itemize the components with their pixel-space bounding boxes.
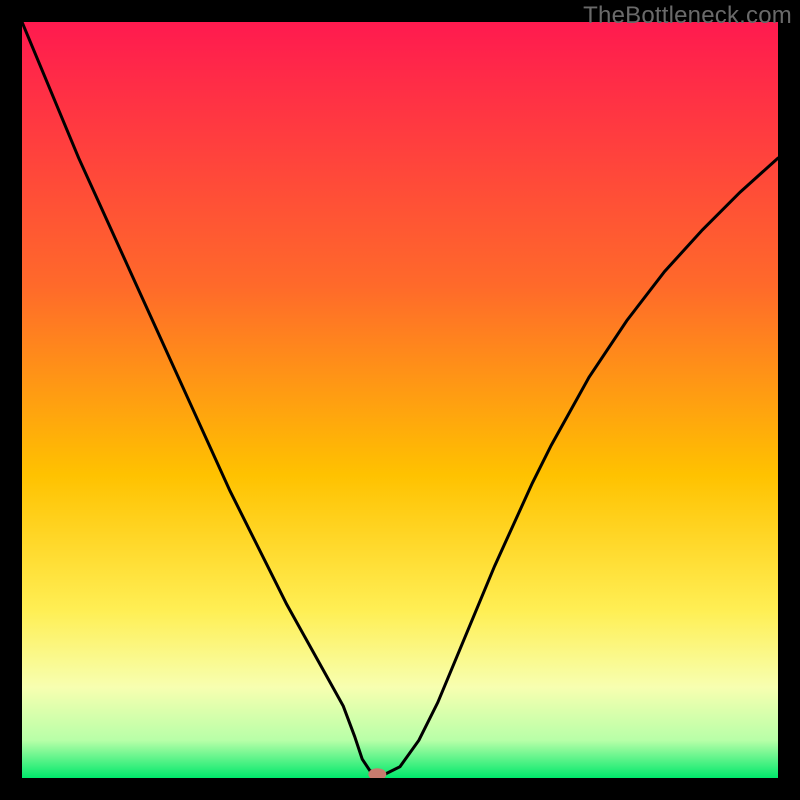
- chart-svg: [22, 22, 778, 778]
- watermark: TheBottleneck.com: [583, 2, 792, 30]
- plot-area: [22, 22, 778, 778]
- plot-frame: TheBottleneck.com: [0, 0, 800, 800]
- plot-background: [22, 22, 778, 778]
